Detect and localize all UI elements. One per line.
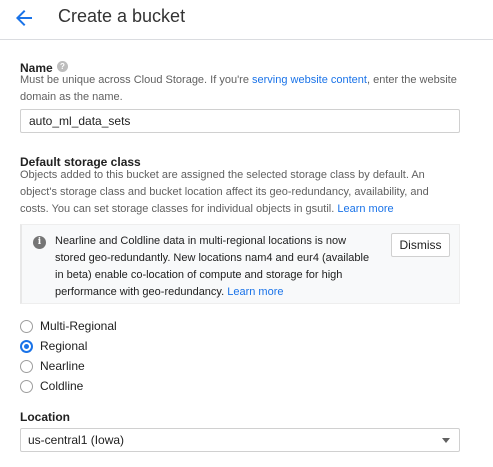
dismiss-button[interactable]: Dismiss [391, 233, 450, 257]
notice-line4: performance with geo-redundancy. [55, 286, 228, 298]
radio-multi-regional[interactable]: Multi-Regional [20, 317, 117, 335]
radio-button[interactable] [20, 319, 33, 333]
help-icon[interactable]: ? [57, 61, 68, 72]
storage-desc-line3: costs. You can set storage classes for i… [20, 203, 338, 215]
storage-desc-line1: Objects added to this bucket are assigne… [20, 169, 425, 181]
back-button[interactable] [12, 6, 36, 30]
name-desc-prefix: Must be unique across Cloud Storage. If … [20, 74, 253, 86]
page-header: Create a bucket [0, 0, 493, 40]
notice-line2: stored geo-redundantly. New locations na… [55, 252, 370, 264]
location-label: Location [20, 410, 70, 424]
arrow-back-icon [16, 10, 32, 26]
page-title: Create a bucket [58, 6, 186, 26]
name-desc-suffix: , enter the website [366, 74, 457, 86]
dropdown-arrow-icon [442, 438, 450, 443]
storage-desc-line2: object's storage class and bucket locati… [20, 186, 429, 198]
radio-button-selected[interactable] [20, 339, 33, 353]
bucket-name-input[interactable] [20, 109, 460, 133]
radio-coldline[interactable]: Coldline [20, 377, 83, 395]
radio-regional[interactable]: Regional [20, 337, 87, 355]
notice-line1: Nearline and Coldline data in multi-regi… [55, 235, 347, 247]
name-desc-line2: domain as the name. [20, 91, 123, 103]
radio-label: Regional [40, 339, 88, 353]
name-description: Must be unique across Cloud Storage. If … [20, 72, 457, 106]
notice-learn-more-link[interactable]: Learn more [227, 286, 283, 298]
radio-label: Coldline [40, 379, 84, 393]
serving-website-content-link[interactable]: serving website content [252, 74, 367, 86]
learn-more-link[interactable]: Learn more [337, 203, 393, 215]
radio-button[interactable] [20, 379, 33, 393]
location-select[interactable]: us-central1 (Iowa) [20, 428, 460, 452]
notice-line3: in beta) enable co-location of compute a… [55, 269, 343, 281]
radio-label: Nearline [40, 359, 85, 373]
geo-redundancy-notice: i Nearline and Coldline data in multi-re… [20, 224, 460, 304]
storage-class-description: Objects added to this bucket are assigne… [20, 167, 429, 218]
radio-nearline[interactable]: Nearline [20, 357, 85, 375]
radio-label: Multi-Regional [40, 319, 117, 333]
info-icon: i [33, 236, 46, 249]
radio-button[interactable] [20, 359, 33, 373]
location-select-value: us-central1 (Iowa) [28, 433, 125, 447]
notice-text: Nearline and Coldline data in multi-regi… [55, 233, 385, 301]
